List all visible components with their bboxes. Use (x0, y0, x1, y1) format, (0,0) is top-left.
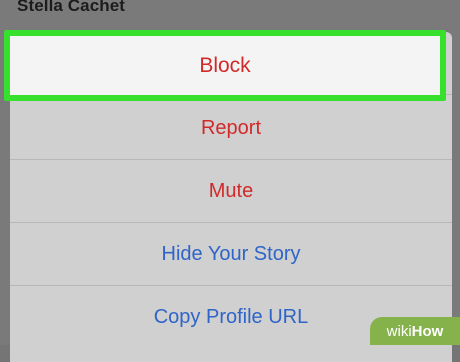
watermark-wiki-text: wiki (386, 322, 412, 340)
watermark-how-text: How (411, 322, 444, 340)
profile-name: Stella Cachet (17, 0, 126, 15)
wikihow-watermark: wiki How (370, 317, 460, 345)
report-button[interactable]: Report (10, 97, 452, 160)
mute-button[interactable]: Mute (10, 160, 452, 223)
hide-your-story-button[interactable]: Hide Your Story (10, 223, 452, 286)
block-button[interactable]: Block (4, 30, 446, 101)
